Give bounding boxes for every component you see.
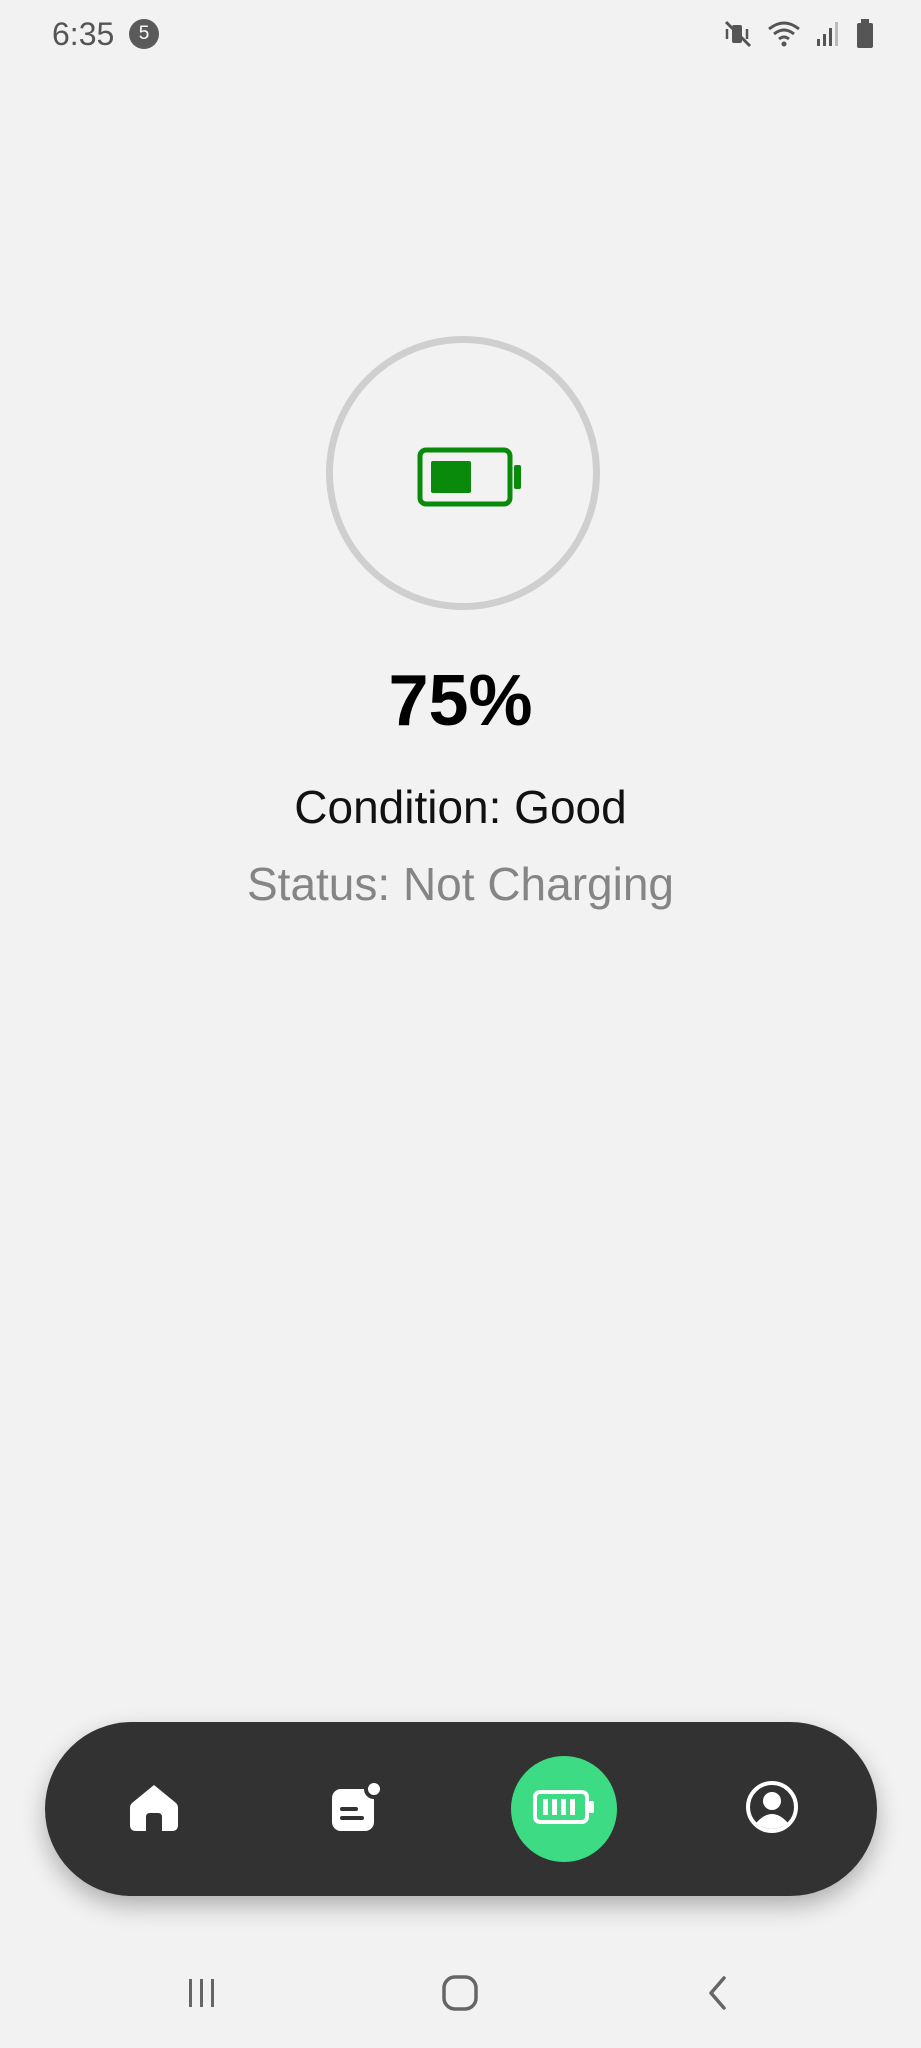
recents-icon xyxy=(182,1973,222,2018)
signal-icon xyxy=(815,19,841,49)
status-icons xyxy=(723,18,875,50)
account-icon xyxy=(744,1779,800,1840)
battery-percentage: 75% xyxy=(388,661,533,741)
battery-full-icon xyxy=(532,1789,596,1830)
home-icon xyxy=(126,1779,182,1840)
home-outline-icon xyxy=(440,1973,480,2018)
back-button[interactable] xyxy=(678,1960,758,2030)
nav-posts-button[interactable] xyxy=(303,1756,409,1862)
wifi-icon xyxy=(767,19,801,49)
battery-screen: 6:35 5 75% Condition: Good Status: Not C… xyxy=(0,0,921,2048)
vibrate-mute-icon xyxy=(723,19,753,49)
battery-charging-status: Status: Not Charging xyxy=(246,858,674,910)
nav-home-button[interactable] xyxy=(101,1756,207,1862)
system-navigation-bar xyxy=(0,1960,921,2030)
battery-level-ring xyxy=(326,336,600,610)
battery-condition: Condition: Good xyxy=(294,781,627,833)
battery-icon xyxy=(417,447,525,512)
recents-button[interactable] xyxy=(162,1960,242,2030)
bottom-navigation-bar xyxy=(45,1722,877,1896)
nav-battery-button[interactable] xyxy=(511,1756,617,1862)
status-bar: 6:35 5 xyxy=(0,0,921,70)
nav-profile-button[interactable] xyxy=(719,1756,825,1862)
status-time: 6:35 xyxy=(52,16,115,52)
notification-count-badge: 5 xyxy=(129,19,159,49)
system-home-button[interactable] xyxy=(420,1960,500,2030)
article-icon xyxy=(328,1778,384,1840)
battery-status-icon xyxy=(855,18,875,50)
back-icon xyxy=(698,1973,738,2018)
